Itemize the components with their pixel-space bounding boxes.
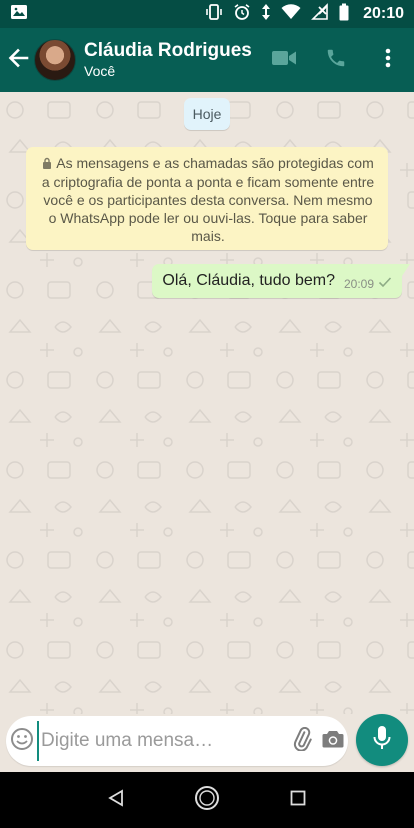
camera-icon	[321, 728, 345, 755]
single-check-icon	[378, 275, 392, 293]
message-time: 20:09	[343, 277, 374, 291]
contact-info[interactable]: Cláudia Rodrigues Você	[84, 40, 258, 80]
encryption-notice[interactable]: As mensagens e as chamadas são protegida…	[26, 147, 388, 250]
emoji-icon	[10, 727, 34, 756]
chat-area[interactable]: Hoje As mensagens e as chamadas são prot…	[0, 92, 414, 714]
voice-call-button[interactable]	[310, 28, 362, 92]
phone-icon	[325, 47, 347, 74]
chat-header: Cláudia Rodrigues Você	[0, 28, 414, 92]
bubble-tail	[402, 264, 410, 276]
video-call-button[interactable]	[258, 28, 310, 92]
back-button[interactable]	[2, 28, 34, 92]
mic-button[interactable]	[356, 714, 408, 766]
attach-button[interactable]	[286, 716, 317, 766]
nav-recents-button[interactable]	[278, 780, 318, 820]
no-signal-icon	[311, 2, 329, 26]
paperclip-icon	[290, 726, 314, 756]
lock-icon	[42, 155, 52, 173]
system-nav-bar	[0, 772, 414, 828]
image-icon	[10, 3, 28, 26]
contact-name: Cláudia Rodrigues	[84, 40, 252, 61]
emoji-button[interactable]	[6, 716, 37, 766]
outgoing-message[interactable]: Olá, Cláudia, tudo bem? 20:09	[152, 264, 410, 298]
status-time: 20:10	[363, 5, 404, 22]
data-arrows-icon	[261, 3, 271, 26]
nav-back-icon	[107, 788, 125, 812]
mic-icon	[372, 725, 392, 756]
contact-subtitle: Você	[84, 63, 116, 79]
camera-button[interactable]	[317, 716, 348, 766]
avatar[interactable]	[34, 39, 76, 81]
composer-box	[6, 716, 348, 766]
message-text: Olá, Cláudia, tudo bem?	[162, 272, 335, 289]
date-chip: Hoje	[184, 98, 230, 130]
wifi-icon	[281, 3, 301, 25]
nav-home-icon	[194, 785, 220, 816]
nav-recents-icon	[290, 790, 306, 811]
encryption-notice-text: As mensagens e as chamadas são protegida…	[41, 155, 375, 244]
battery-icon	[339, 3, 349, 26]
more-options-button[interactable]	[362, 28, 414, 92]
vibrate-icon	[205, 3, 223, 26]
arrow-back-icon	[7, 47, 29, 74]
nav-back-button[interactable]	[96, 780, 136, 820]
message-input[interactable]	[37, 721, 286, 761]
nav-home-button[interactable]	[187, 780, 227, 820]
alarm-icon	[233, 3, 251, 26]
status-bar: 20:10	[0, 0, 414, 28]
more-vert-icon	[385, 48, 391, 73]
video-call-icon	[271, 49, 297, 72]
composer	[0, 714, 414, 772]
